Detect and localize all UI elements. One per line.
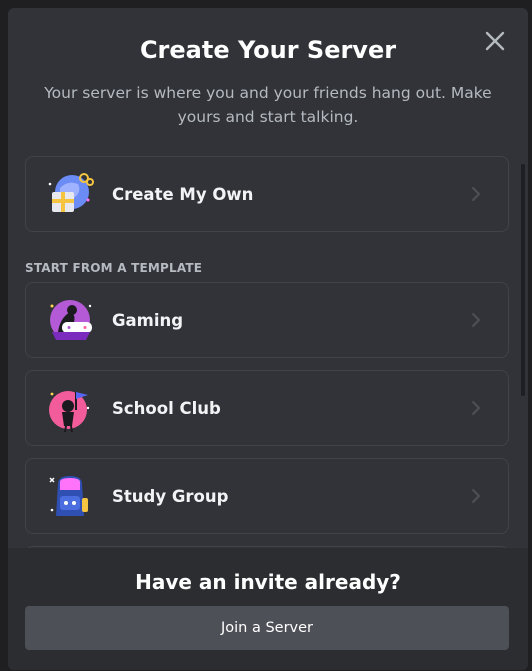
create-server-modal: Create Your Server Your server is where … [8,8,528,670]
template-section-label: START FROM A TEMPLATE [25,261,203,275]
template-study-group-option[interactable]: Study Group [25,458,509,534]
template-school-club-option[interactable]: School Club [25,370,509,446]
scrollbar[interactable] [521,164,525,396]
options-list[interactable]: Create My Own START FROM A TEMPLATE Gami… [8,148,528,548]
invite-heading: Have an invite already? [135,570,401,594]
chevron-right-icon [466,310,486,330]
create-my-own-label: Create My Own [112,184,254,204]
template-school-club-label: School Club [112,398,221,418]
join-server-button[interactable]: Join a Server [25,606,509,650]
modal-footer: Have an invite already? Join a Server [8,548,528,670]
modal-title: Create Your Server [139,36,397,64]
template-gaming-option[interactable]: Gaming [25,282,509,358]
chevron-right-icon [466,184,486,204]
template-study-group-label: Study Group [112,486,229,506]
chevron-right-icon [466,398,486,418]
template-gaming-label: Gaming [112,310,184,330]
modal-subtitle: Your server is where you and your friend… [44,84,492,126]
chevron-right-icon [466,486,486,506]
globe-gift-icon [42,166,98,222]
gaming-icon [42,292,98,348]
study-group-icon [42,468,98,524]
school-club-icon [42,380,98,436]
create-my-own-option[interactable]: Create My Own [25,156,509,232]
